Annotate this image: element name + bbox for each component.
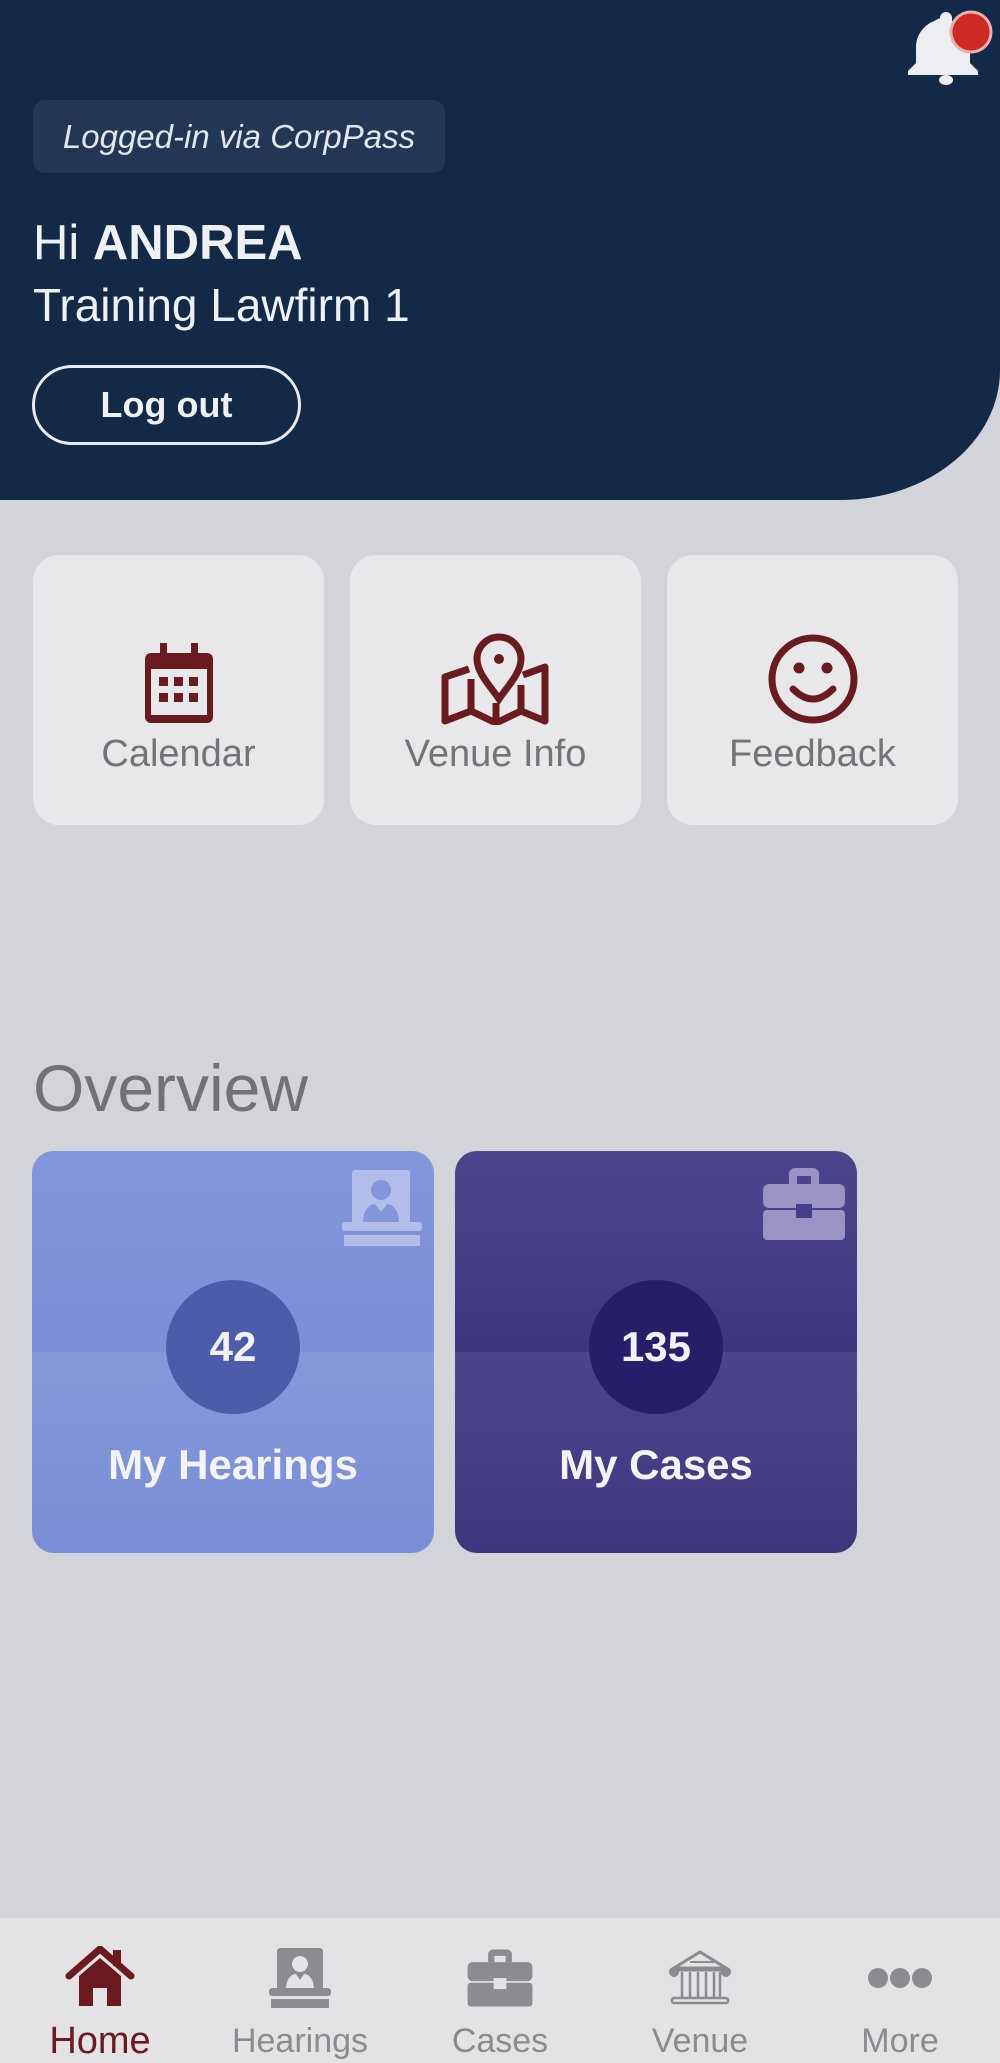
- quick-link-label: Calendar: [101, 733, 256, 775]
- tab-label: Hearings: [231, 2022, 369, 2060]
- more-icon: [868, 1968, 932, 1988]
- quick-link-label: Venue Info: [404, 733, 587, 775]
- header: Logged-in via CorpPass Hi ANDREA Trainin…: [0, 0, 1000, 500]
- cases-card-label: My Cases: [559, 1441, 753, 1488]
- hearing-icon: [269, 1948, 331, 2008]
- hearings-card-label: My Hearings: [108, 1441, 358, 1488]
- tab-cases[interactable]: Cases: [400, 1918, 600, 2063]
- tab-home[interactable]: Home: [0, 1918, 200, 2063]
- overview-heading: Overview: [33, 1051, 309, 1125]
- briefcase-icon: [763, 1168, 845, 1240]
- tab-venue[interactable]: Venue: [600, 1918, 800, 2063]
- notification-dot: [949, 10, 993, 54]
- user-name: ANDREA: [92, 216, 303, 270]
- tab-more[interactable]: More: [800, 1918, 1000, 2063]
- home-icon: [65, 1946, 135, 2006]
- quick-link-feedback[interactable]: Feedback: [667, 555, 958, 825]
- greeting: Hi ANDREA: [33, 213, 303, 273]
- tab-label: Venue: [651, 2022, 749, 2060]
- bell-icon: [908, 10, 993, 85]
- smiley-icon: [768, 634, 857, 724]
- tab-label: Cases: [451, 2022, 549, 2060]
- my-cases-card[interactable]: 135 My Cases: [455, 1151, 857, 1553]
- quick-link-calendar[interactable]: Calendar: [33, 555, 324, 825]
- tab-label: More: [861, 2022, 939, 2060]
- calendar-icon: [144, 643, 213, 723]
- quick-link-label: Feedback: [729, 733, 896, 775]
- hearings-count-badge: 42: [166, 1280, 300, 1414]
- bottom-tab-bar: Home Hearings Cases Venue More: [0, 1918, 1000, 2063]
- cases-count-badge: 135: [589, 1280, 723, 1414]
- notifications-button[interactable]: [905, 8, 995, 88]
- tab-hearings[interactable]: Hearings: [200, 1918, 400, 2063]
- my-hearings-card[interactable]: 42 My Hearings: [32, 1151, 434, 1553]
- logout-button[interactable]: Log out: [32, 365, 301, 445]
- organization-name: Training Lawfirm 1: [33, 279, 410, 331]
- map-pin-icon: [441, 633, 548, 725]
- tab-label: Home: [49, 2020, 151, 2062]
- greeting-prefix: Hi: [33, 216, 80, 270]
- hearing-icon: [342, 1170, 422, 1246]
- briefcase-icon: [467, 1949, 533, 2007]
- courthouse-icon: [668, 1950, 732, 2005]
- login-method-badge: Logged-in via CorpPass: [33, 100, 445, 173]
- quick-link-venue-info[interactable]: Venue Info: [350, 555, 641, 825]
